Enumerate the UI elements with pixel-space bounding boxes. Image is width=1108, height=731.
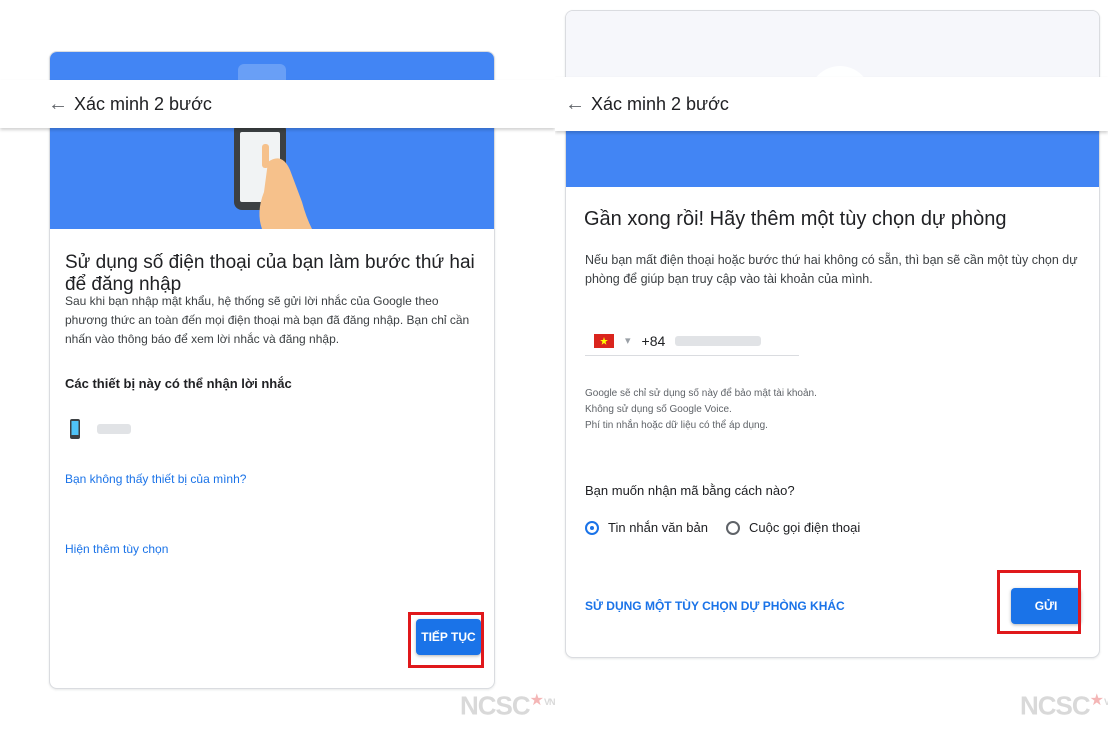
left-description: Sau khi bạn nhập mật khẩu, hệ thống sẽ g… [65,294,470,346]
other-backup-link[interactable]: SỬ DỤNG MỘT TÙY CHỌN DỰ PHÒNG KHÁC [585,599,845,613]
phone-number-redacted[interactable] [675,335,762,346]
continue-button-highlight [408,612,484,668]
phone-icon [70,419,80,439]
country-code: +84 [641,332,666,349]
right-hero-banner [566,131,1099,187]
back-arrow-icon[interactable]: ← [48,93,74,116]
watermark-sub: VN [1104,697,1108,707]
devices-heading: Các thiết bị này có thể nhận lời nhắc [65,376,292,391]
left-appbar-title: Xác minh 2 bước [74,93,212,114]
watermark-star-icon: ★ [529,692,544,709]
hand-phone-illustration [234,64,312,229]
note-line: Google sẽ chỉ sử dụng số này để bảo mật … [585,388,817,399]
left-heading: Sử dụng số điện thoại của bạn làm bước t… [65,252,475,295]
country-dropdown-icon[interactable]: ▾ [625,334,631,347]
right-description: Nếu bạn mất điện thoại hoặc bước thứ hai… [585,253,1078,286]
more-options-link[interactable]: Hiện thêm tùy chọn [65,542,168,556]
left-hero-banner [50,52,494,229]
ncsc-watermark-right: NCSC★VN [1020,690,1108,722]
back-arrow-icon[interactable]: ← [565,93,591,116]
right-appbar-title: Xác minh 2 bước [591,93,729,114]
radio-text-message[interactable] [585,520,599,535]
right-screenshot: Gần xong rồi! Hãy thêm một tùy chọn dự p… [555,0,1108,731]
watermark-sub: VN [544,697,555,707]
left-screenshot: Sử dụng số điện thoại của bạn làm bước t… [0,0,555,731]
device-name-redacted [97,424,131,434]
note-line: Không sử dụng số Google Voice. [585,404,732,415]
watermark-text: NCSC [1020,690,1091,721]
radio-phone-call[interactable] [725,520,740,535]
vietnam-flag-icon[interactable] [594,333,614,348]
phone-input-row: ▾ +84 [585,326,799,356]
left-card: Sử dụng số điện thoại của bạn làm bước t… [49,51,495,689]
right-appbar: ← Xác minh 2 bước [555,77,1108,131]
notes: Google sẽ chỉ sử dụng số này để bảo mật … [585,386,817,434]
left-appbar: ← Xác minh 2 bước [0,80,555,128]
watermark-star-icon: ★ [1089,692,1104,709]
right-heading: Gần xong rồi! Hãy thêm một tùy chọn dự p… [584,208,1007,230]
radio-text-message-label[interactable]: Tin nhắn văn bản [608,520,708,535]
note-line: Phí tin nhắn hoặc dữ liệu có thể áp dụng… [585,420,768,431]
send-button-highlight [997,570,1081,634]
watermark-text: NCSC [460,690,531,721]
method-question: Bạn muốn nhận mã bằng cách nào? [585,483,795,498]
radio-phone-call-label[interactable]: Cuộc gọi điện thoại [749,520,860,535]
missing-device-link[interactable]: Bạn không thấy thiết bị của mình? [65,472,246,486]
device-row [70,419,131,439]
ncsc-watermark-left: NCSC★VN [460,690,555,722]
method-options: Tin nhắn văn bản Cuộc gọi điện thoại [585,520,860,535]
